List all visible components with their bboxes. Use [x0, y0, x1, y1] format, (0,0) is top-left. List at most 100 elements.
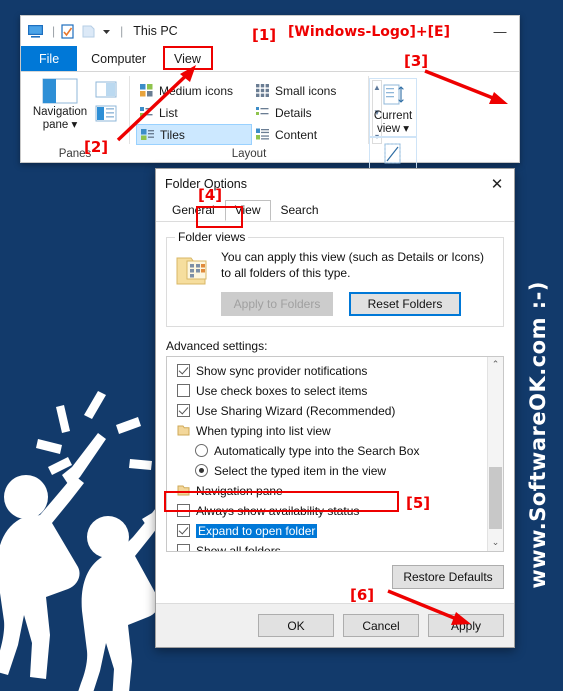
- customize-dropdown-icon[interactable]: [101, 24, 112, 39]
- group-label-panes: Panes: [58, 148, 92, 160]
- layout-item-label: Small icons: [275, 83, 337, 98]
- tab-view[interactable]: View: [160, 46, 215, 71]
- advanced-setting-label: Select the typed item in the view: [214, 463, 387, 478]
- layout-item-label: List: [159, 105, 178, 120]
- ribbon-group-right: Current view ▾ Show/ hide ▾: [369, 72, 519, 251]
- layout-item-small-icons[interactable]: Small icons: [252, 80, 368, 101]
- advanced-setting-row[interactable]: Expand to open folder: [167, 521, 503, 541]
- checkbox-checked-icon[interactable]: [177, 524, 190, 538]
- tiles-icon: [141, 129, 154, 140]
- qat-separator: |: [52, 24, 56, 38]
- advanced-setting-label: Always show availability status: [196, 503, 360, 518]
- advanced-settings-label: Advanced settings:: [166, 338, 268, 353]
- scroll-down-icon[interactable]: ⌄: [488, 535, 503, 551]
- callout-2: [2]: [84, 138, 109, 156]
- cancel-button[interactable]: Cancel: [343, 614, 419, 637]
- layout-column-2: Small icons Details Content: [252, 80, 368, 145]
- advanced-setting-row[interactable]: Navigation pane: [167, 481, 503, 501]
- this-pc-icon[interactable]: [27, 24, 44, 39]
- checkbox-checked-icon[interactable]: [177, 364, 190, 378]
- restore-defaults-button[interactable]: Restore Defaults: [392, 564, 504, 589]
- layout-item-label: Medium icons: [159, 83, 234, 98]
- details-icon: [256, 107, 269, 115]
- ribbon-tab-strip: File Computer View: [21, 46, 519, 72]
- apply-button[interactable]: Apply: [428, 614, 504, 637]
- callout-1: [1]: [252, 26, 277, 44]
- close-icon[interactable]: ✕: [480, 169, 514, 199]
- tab-file[interactable]: File: [21, 46, 78, 71]
- current-view-label-2: view ▾: [377, 122, 409, 135]
- layout-item-content[interactable]: Content: [252, 124, 368, 145]
- checkbox-unchecked-icon[interactable]: [177, 504, 190, 518]
- advanced-setting-label: Use check boxes to select items: [196, 383, 368, 398]
- layout-item-list[interactable]: List: [136, 102, 252, 123]
- apply-to-folders-button[interactable]: Apply to Folders: [221, 291, 333, 316]
- scroll-up-icon[interactable]: ⌃: [488, 357, 503, 373]
- folder-views-groupbox: Folder views You can apply this view (su…: [166, 230, 504, 327]
- tab-view-dialog[interactable]: View: [224, 200, 271, 221]
- layout-item-medium-icons[interactable]: Medium icons: [136, 80, 252, 101]
- scrollbar-track[interactable]: [488, 373, 503, 535]
- advanced-setting-row[interactable]: Select the typed item in the view: [167, 461, 503, 481]
- reset-folders-button[interactable]: Reset Folders: [349, 291, 461, 316]
- medium-icons-icon: [140, 84, 153, 97]
- preview-pane-icon[interactable]: [95, 81, 117, 98]
- callout-5: [5]: [406, 494, 431, 512]
- layout-column-1: Medium icons List Tiles: [136, 80, 252, 145]
- scrollbar-thumb[interactable]: [489, 466, 502, 529]
- advanced-setting-label: Automatically type into the Search Box: [214, 443, 420, 458]
- checkbox-checked-icon[interactable]: [177, 404, 190, 418]
- navigation-pane-icon: [42, 78, 78, 104]
- advanced-settings-items: Show sync provider notifications Use chec…: [167, 357, 503, 551]
- layout-gallery: Medium icons List Tiles Small icons Deta…: [130, 80, 382, 145]
- tab-computer[interactable]: Computer: [77, 46, 160, 71]
- layout-item-tiles[interactable]: Tiles: [136, 124, 252, 145]
- tab-search[interactable]: Search: [271, 200, 329, 221]
- shortcut-hint: [Windows-Logo]+[E]: [288, 24, 450, 40]
- properties-icon[interactable]: [59, 23, 76, 39]
- dialog-content: Folder views You can apply this view (su…: [156, 221, 514, 603]
- advanced-settings-list[interactable]: Show sync provider notifications Use chec…: [166, 355, 504, 552]
- advanced-setting-row[interactable]: Use check boxes to select items: [167, 381, 503, 401]
- advanced-setting-row[interactable]: Use Sharing Wizard (Recommended): [167, 401, 503, 421]
- folder-views-legend: Folder views: [178, 230, 246, 244]
- group-label-layout: Layout: [231, 148, 267, 160]
- layout-item-details[interactable]: Details: [252, 102, 368, 123]
- folder-views-description: You can apply this view (such as Details…: [221, 250, 485, 280]
- advanced-setting-row[interactable]: Automatically type into the Search Box: [167, 441, 503, 461]
- folder-icon: [177, 425, 190, 436]
- current-view-icon: [383, 84, 404, 105]
- qat-separator-2: |: [120, 24, 124, 38]
- advanced-setting-label: When typing into list view: [196, 423, 331, 438]
- advanced-setting-row[interactable]: Show all folders: [167, 541, 503, 551]
- advanced-setting-row[interactable]: When typing into list view: [167, 421, 503, 441]
- layout-item-label: Details: [275, 105, 312, 120]
- folder-views-icon: [176, 257, 207, 285]
- details-pane-icon[interactable]: [95, 105, 117, 122]
- nav-pane-label-line2: pane ▾: [42, 118, 78, 131]
- current-view-button[interactable]: Current view ▾: [369, 78, 417, 137]
- advanced-setting-row[interactable]: Show sync provider notifications: [167, 361, 503, 381]
- radio-unselected-icon[interactable]: [195, 444, 208, 458]
- navigation-pane-button[interactable]: Navigation pane ▾: [29, 78, 91, 132]
- advanced-list-scrollbar[interactable]: ⌃ ⌄: [487, 356, 503, 551]
- callout-6: [6]: [350, 586, 375, 604]
- advanced-setting-label: Show sync provider notifications: [196, 363, 368, 378]
- content-icon: [256, 128, 269, 140]
- small-icons-icon: [256, 84, 269, 97]
- advanced-setting-row[interactable]: Always show availability status: [167, 501, 503, 521]
- ribbon-group-panes: Navigation pane ▾ Panes: [21, 72, 129, 162]
- advanced-setting-label: Expand to open folder: [196, 523, 318, 538]
- ok-button[interactable]: OK: [258, 614, 334, 637]
- checkbox-unchecked-icon[interactable]: [177, 544, 190, 551]
- minimize-button[interactable]: —: [487, 22, 513, 40]
- checkbox-unchecked-icon[interactable]: [177, 384, 190, 398]
- advanced-setting-label: Navigation pane: [196, 483, 283, 498]
- window-title: This PC: [133, 24, 178, 38]
- radio-selected-icon[interactable]: [195, 464, 208, 478]
- folder-options-dialog: Folder Options ✕ General View Search Fol…: [155, 168, 515, 648]
- list-icon: [140, 107, 153, 117]
- layout-item-label: Content: [275, 127, 318, 142]
- new-folder-icon[interactable]: [80, 24, 97, 39]
- current-view-label-1: Current: [373, 110, 413, 122]
